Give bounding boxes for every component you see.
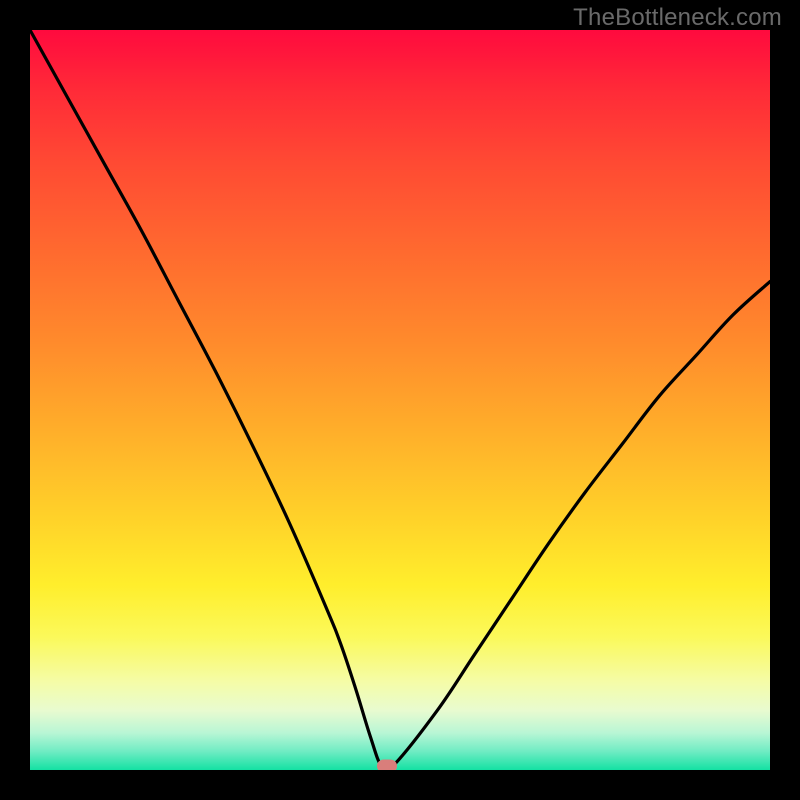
chart-frame: TheBottleneck.com <box>0 0 800 800</box>
plot-area <box>30 30 770 770</box>
minimum-marker <box>377 760 397 770</box>
curve-svg <box>30 30 770 770</box>
watermark-text: TheBottleneck.com <box>573 4 782 32</box>
curve-path <box>30 30 770 770</box>
